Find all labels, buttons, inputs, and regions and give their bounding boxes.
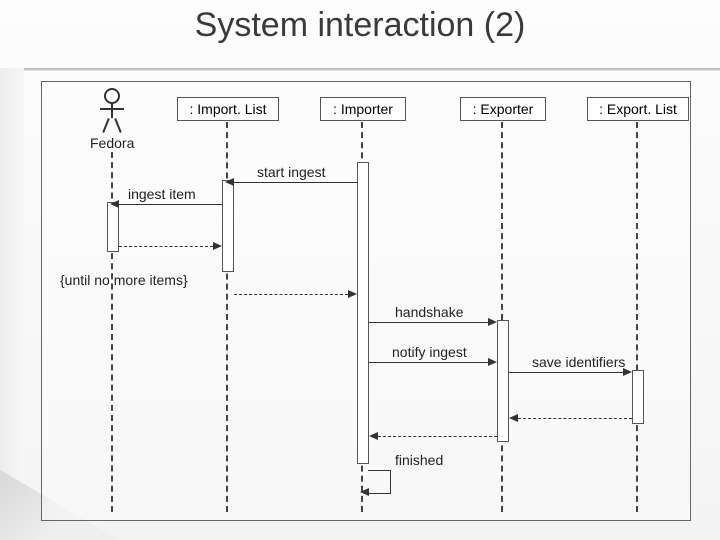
actor-fedora-icon [97,88,127,132]
arrowhead-exportlist-return [509,414,518,422]
arrow-ingest-return [119,246,213,247]
arrow-notify-ingest [369,362,488,363]
arrow-exporter-return [378,436,497,437]
arrow-ingest-item [119,204,222,205]
label-handshake: handshake [395,304,464,320]
arrowhead-start-ingest [225,178,234,186]
activation-import-list [222,180,234,272]
participant-import-list: : Import. List [177,97,279,121]
activation-importer [357,162,369,464]
label-save-identifiers: save identifiers [532,354,625,370]
arrow-start-ingest [234,182,357,183]
diagram-frame: Fedora : Import. List : Importer : Expor… [41,81,691,521]
arrow-importlist-return [234,294,348,295]
label-ingest-item: ingest item [128,186,196,202]
lifeline-export-list [636,122,638,512]
arrowhead-ingest-item [110,200,119,208]
arrow-save-identifiers [509,372,623,373]
participant-exporter: : Exporter [460,97,546,121]
arrowhead-ingest-return [213,242,222,250]
label-notify-ingest: notify ingest [392,344,467,360]
arrowhead-importlist-return [348,290,357,298]
participant-export-list: : Export. List [587,97,689,121]
arrowhead-notify-ingest [488,358,497,366]
page-title: System interaction (2) [0,6,720,45]
label-start-ingest: start ingest [257,164,325,180]
arrow-exportlist-return [518,418,632,419]
decor-bar-top [0,68,720,71]
self-message-finished [368,470,391,494]
decor-bar-left [0,68,24,540]
label-finished: finished [395,452,443,468]
activation-exporter [497,320,509,442]
arrow-handshake [369,322,488,323]
actor-fedora-label: Fedora [90,135,134,151]
arrowhead-exporter-return [369,432,378,440]
arrowhead-handshake [488,318,497,326]
activation-fedora [107,202,119,252]
lifeline-exporter [501,122,503,512]
arrowhead-finished [360,488,369,496]
activation-export-list [632,370,644,424]
slide: System interaction (2) Fedora : Import. … [0,0,720,540]
participant-importer: : Importer [320,97,406,121]
label-loop-guard: {until no more items} [60,272,188,288]
